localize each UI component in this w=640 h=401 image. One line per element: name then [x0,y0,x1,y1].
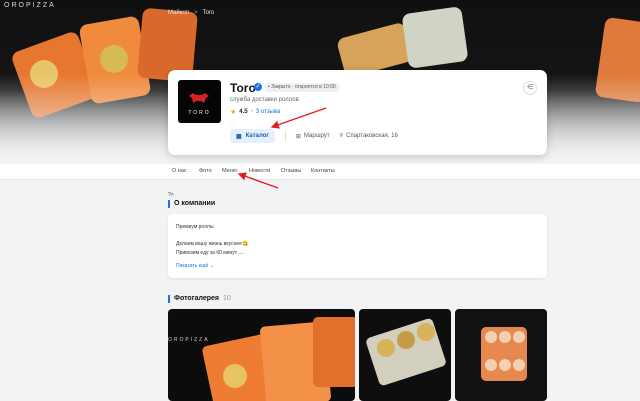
reviews-link[interactable]: 3 отзыва [256,109,280,115]
gallery-title: Фотогалерея 10 [168,295,231,303]
show-more-link[interactable]: Показать ещё ⌄ [176,263,214,269]
company-name: Toro [230,81,256,95]
verified-icon: ✓ [254,83,262,91]
grid-icon: ▦ [236,133,242,140]
about-line: Делаем вашу жизнь вкуснее😋 [176,241,249,247]
breadcrumb: Майкоп > Toro [168,10,214,16]
tab-bar: О нас Фото Меню Новости Отзывы Контакты [0,164,640,180]
rating-separator: • [250,109,253,115]
address-link[interactable]: ⌾ Спартаковская, 16 [340,133,398,140]
about-line: Премиум роллы [176,224,214,230]
breadcrumb-separator: > [194,10,198,16]
location-pin-icon: ⌾ [339,132,344,139]
address-text: Спартаковская, 16 [346,133,398,139]
gallery-count: 10 [223,295,231,302]
company-card: TORO Toro ✓ • Закрыто · откроется в 10:0… [168,70,547,155]
about-line: Привозим еду за 60 минут .... [176,250,245,256]
rating-score: 4.5 [239,109,248,115]
status-badge: • Закрыто · откроется в 10:00 [264,83,340,92]
stray-markup-text: ?> [168,192,174,198]
logo-text: TORO [188,110,211,116]
tab-news[interactable]: Новости [249,168,270,174]
hero-brand-text: OROPIZZA [4,2,56,9]
star-icon: ★ [230,109,237,116]
breadcrumb-current: Toro [202,10,215,16]
gallery-photo[interactable] [359,309,451,401]
route-label: Маршрут [303,133,330,139]
gallery-photo[interactable] [455,309,547,401]
about-box: Премиум роллы Делаем вашу жизнь вкуснее😋… [168,214,547,278]
breadcrumb-city[interactable]: Майкоп [168,10,189,16]
share-icon[interactable]: ⋲ [523,81,537,95]
tab-contacts[interactable]: Контакты [311,168,335,174]
gallery-photo[interactable]: OROPIZZA [168,309,355,401]
company-logo: TORO [178,80,221,123]
bull-logo-icon [189,93,209,103]
gallery-title-text: Фотогалерея [174,295,219,302]
company-description: служба доставки роллов [230,97,299,103]
map-icon: ⊞ [295,133,301,140]
tab-reviews[interactable]: Отзывы [281,168,301,174]
catalog-button[interactable]: ▦ Каталог [230,129,275,143]
route-button[interactable]: ⊞ Маршрут [296,133,330,140]
tab-about[interactable]: О нас [172,168,187,174]
tab-photo[interactable]: Фото [199,168,212,174]
tab-menu[interactable]: Меню [222,168,237,174]
rating: ★ 4.5 • 3 отзыва [230,108,280,116]
catalog-button-label: Каталог [245,133,269,139]
photo-brand-text: OROPIZZA [168,337,210,343]
about-title: О компании [168,200,215,208]
divider [284,131,286,141]
card-actions: ▦ Каталог ⊞ Маршрут ⌾ Спартаковская, 16 [230,129,398,143]
